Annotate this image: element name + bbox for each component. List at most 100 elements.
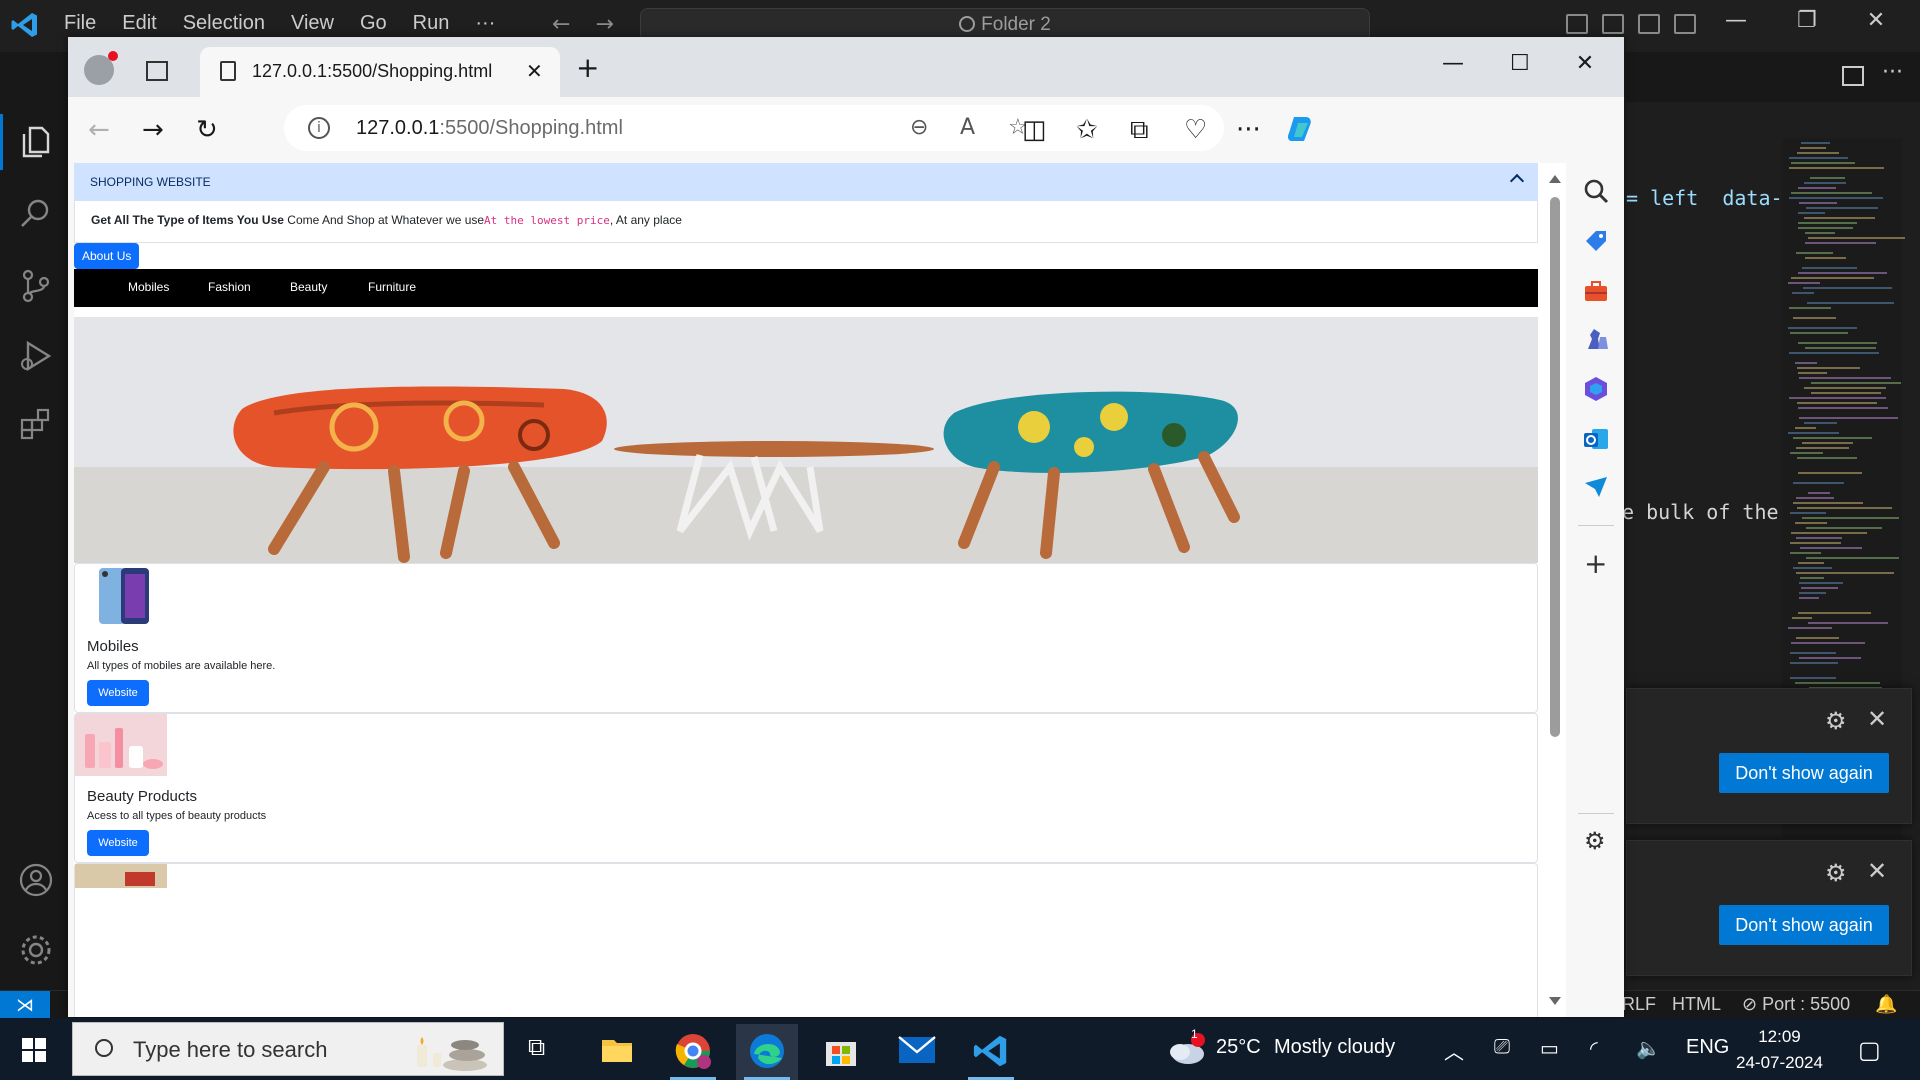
accounts-icon[interactable] [18,862,54,898]
live-server-port-status[interactable]: ⊘ Port : 5500 [1742,994,1850,1015]
nav-link-mobiles[interactable]: Mobiles [128,280,169,294]
search-icon[interactable] [18,196,54,232]
copilot-icon[interactable] [1284,113,1316,145]
customize-layout-icon[interactable] [1674,14,1696,34]
split-editor-icon[interactable] [1842,66,1864,86]
menu-file[interactable]: File [64,12,96,35]
chevron-up-icon[interactable] [1509,173,1525,189]
toggle-primary-sidebar-icon[interactable] [1566,14,1588,34]
nav-link-furniture[interactable]: Furniture [368,280,416,294]
taskbar-mail[interactable] [886,1024,948,1080]
run-debug-icon[interactable] [18,338,54,374]
restore-icon[interactable]: ❐ [1797,8,1817,33]
accordion-header[interactable]: SHOPPING WEBSITE [74,163,1538,201]
taskbar-vscode[interactable] [960,1024,1022,1080]
menu-more[interactable]: ··· [475,12,495,35]
address-url[interactable]: 127.0.0.1:5500/Shopping.html [356,117,623,140]
minimap-line [1791,277,1874,279]
scroll-thumb[interactable] [1550,197,1560,737]
close-icon[interactable]: ✕ [1867,8,1885,33]
notification-settings-icon[interactable]: ⚙ [1825,707,1847,735]
page-scrollbar[interactable] [1544,163,1566,1017]
taskbar-store[interactable] [810,1024,872,1080]
dont-show-again-button[interactable]: Don't show again [1719,905,1889,945]
microsoft-365-icon[interactable] [1582,375,1610,403]
more-actions-icon[interactable]: ··· [1882,60,1903,85]
extensions-icon[interactable] [18,406,54,442]
sidebar-settings-gear-icon[interactable]: ⚙ [1584,827,1606,855]
read-aloud-icon[interactable]: A [960,115,975,140]
notifications-bell-icon[interactable]: 🔔 [1875,994,1897,1015]
dont-show-again-button[interactable]: Don't show again [1719,753,1889,793]
remote-indicator-icon[interactable]: ⋊ [0,991,50,1019]
drop-send-icon[interactable] [1582,473,1610,501]
source-control-icon[interactable] [18,268,54,304]
shopping-tag-icon[interactable] [1582,227,1610,255]
taskbar-chrome[interactable] [662,1024,724,1080]
about-us-button[interactable]: About Us [74,243,140,269]
manage-gear-icon[interactable] [18,932,54,968]
refresh-icon[interactable]: ↻ [196,115,218,145]
minimap-line [1798,212,1825,214]
meet-now-icon[interactable]: ⎚ [1494,1036,1510,1059]
notification-close-icon[interactable]: ✕ [1867,705,1887,733]
site-info-icon[interactable]: i [308,117,330,139]
line-ending-status[interactable]: RLF [1622,994,1656,1015]
forward-arrow-icon[interactable]: → [595,12,613,37]
system-clock[interactable]: 12:09 24-07-2024 [1736,1024,1823,1076]
collections-icon[interactable]: ⧉ [1130,115,1149,146]
taskbar-file-explorer[interactable] [586,1024,648,1080]
menu-selection[interactable]: Selection [183,12,265,35]
outlook-icon[interactable] [1582,425,1610,453]
speaker-muted-icon[interactable]: 🔈 [1636,1036,1661,1061]
split-screen-icon[interactable]: ◫ [1022,115,1047,145]
minimize-icon[interactable]: — [1442,51,1464,76]
nav-link-beauty[interactable]: Beauty [290,280,327,294]
minimap-line [1803,287,1892,289]
back-arrow-icon[interactable]: ← [552,12,570,37]
minimize-icon[interactable]: — [1725,8,1747,33]
website-button[interactable]: Website [87,680,149,706]
show-hidden-icons-chevron-icon[interactable]: ︿ [1444,1036,1464,1065]
wifi-icon[interactable]: ◜ [1590,1036,1598,1061]
toggle-secondary-sidebar-icon[interactable] [1638,14,1660,34]
battery-icon[interactable]: ▭ [1540,1036,1559,1061]
forward-icon[interactable]: → [142,115,164,145]
scroll-down-icon[interactable] [1549,997,1561,1005]
menu-go[interactable]: Go [360,12,387,35]
minimap-line [1800,547,1862,549]
windows-start-icon[interactable] [22,1038,46,1062]
action-center-notifications-icon[interactable]: ▢ [1858,1036,1881,1065]
language-mode-status[interactable]: HTML [1672,994,1721,1015]
games-chess-icon[interactable] [1582,325,1610,353]
menu-edit[interactable]: Edit [122,12,156,35]
active-browser-tab[interactable]: 127.0.0.1:5500/Shopping.html ✕ [200,47,560,97]
tools-briefcase-icon[interactable] [1582,277,1610,305]
profile-avatar[interactable] [84,51,118,85]
menu-run[interactable]: Run [413,12,450,35]
website-button[interactable]: Website [87,830,149,856]
add-sidebar-app-icon[interactable]: + [1584,547,1607,580]
close-icon[interactable]: ✕ [1576,51,1594,76]
back-icon[interactable]: ← [88,115,110,145]
browser-essentials-icon[interactable]: ♡ [1184,115,1207,145]
taskbar-search-box[interactable]: Type here to search [72,1022,504,1076]
notification-settings-icon[interactable]: ⚙ [1825,859,1847,887]
nav-link-fashion[interactable]: Fashion [208,280,251,294]
close-tab-icon[interactable]: ✕ [526,59,543,83]
input-language[interactable]: ENG [1686,1036,1729,1059]
toggle-panel-icon[interactable] [1602,14,1624,34]
menu-view[interactable]: View [291,12,334,35]
taskbar-edge[interactable] [736,1024,798,1080]
maximize-icon[interactable]: ☐ [1510,51,1530,76]
workspaces-icon[interactable] [146,61,168,81]
settings-more-icon[interactable]: ··· [1236,115,1261,145]
task-view-icon[interactable]: ⧉ [528,1034,545,1062]
notification-close-icon[interactable]: ✕ [1867,857,1887,885]
explorer-icon[interactable] [18,124,54,160]
zoom-out-icon[interactable]: ⊖ [910,115,928,140]
scroll-up-icon[interactable] [1549,175,1561,183]
new-tab-button[interactable]: + [576,51,599,84]
search-icon[interactable] [1582,177,1610,205]
favorites-icon[interactable]: ✩ [1076,115,1098,145]
